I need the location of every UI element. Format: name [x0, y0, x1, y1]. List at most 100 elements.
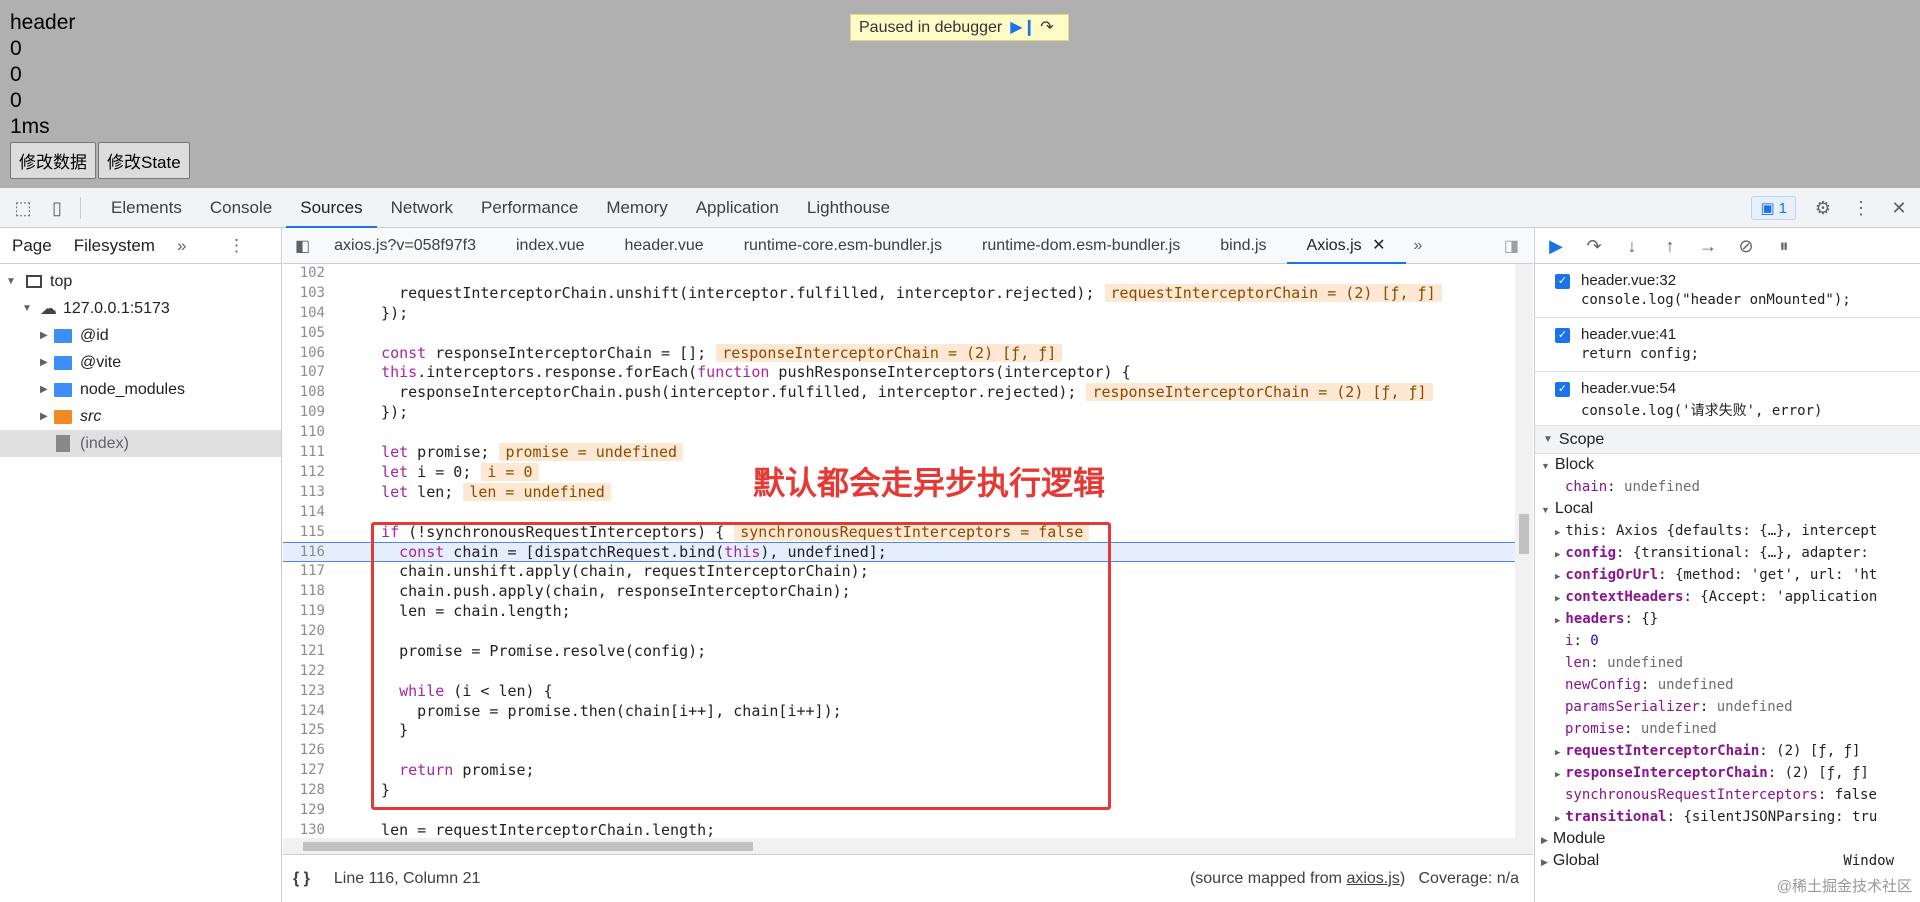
code-line[interactable]: 119 len = chain.length; — [283, 602, 1515, 622]
line-number[interactable]: 106 — [283, 344, 335, 364]
checkbox-checked-icon[interactable]: ✓ — [1555, 382, 1570, 397]
step-into-icon[interactable]: ↓ — [1621, 235, 1643, 257]
tab-elements[interactable]: Elements — [97, 188, 196, 228]
code-line[interactable]: 108 responseInterceptorChain.push(interc… — [283, 383, 1515, 403]
tab-network[interactable]: Network — [377, 188, 467, 228]
code-line[interactable]: 118 chain.push.apply(chain, responseInte… — [283, 582, 1515, 602]
line-number[interactable]: 105 — [283, 324, 335, 344]
line-number[interactable]: 113 — [283, 483, 335, 503]
issues-badge[interactable]: ▣ 1 — [1751, 196, 1796, 220]
code-line[interactable]: 122 — [283, 662, 1515, 682]
deactivate-breakpoints-icon[interactable]: ⊘ — [1735, 235, 1757, 257]
line-number[interactable]: 128 — [283, 781, 335, 801]
code-line[interactable]: 124 promise = promise.then(chain[i++], c… — [283, 702, 1515, 722]
scope-variable[interactable]: ▶ this: Axios {defaults: {…}, intercept — [1535, 520, 1920, 542]
breakpoint-item[interactable]: ✓ header.vue:41 return config; — [1535, 318, 1920, 372]
line-number[interactable]: 119 — [283, 602, 335, 622]
code-line[interactable]: 120 — [283, 622, 1515, 642]
breakpoint-item[interactable]: ✓ header.vue:54 console.log('请求失败', error) — [1535, 372, 1920, 426]
code-line[interactable]: 127 return promise; — [283, 761, 1515, 781]
line-number[interactable]: 129 — [283, 801, 335, 821]
scope-variable[interactable]: len: undefined — [1535, 652, 1920, 674]
tab-memory[interactable]: Memory — [592, 188, 681, 228]
scope-variable[interactable]: synchronousRequestInterceptors: false — [1535, 784, 1920, 806]
line-number[interactable]: 107 — [283, 363, 335, 383]
tree-item-file[interactable]: (index) — [0, 430, 281, 457]
line-number[interactable]: 110 — [283, 423, 335, 443]
step-over-icon[interactable]: ↷ — [1583, 235, 1605, 257]
line-number[interactable]: 130 — [283, 821, 335, 838]
checkbox-checked-icon[interactable]: ✓ — [1555, 274, 1570, 289]
tree-item-host[interactable]: ▼ ☁ 127.0.0.1:5173 — [0, 295, 281, 322]
step-over-icon[interactable]: ↷ — [1040, 19, 1062, 37]
step-out-icon[interactable]: ↑ — [1659, 235, 1681, 257]
more-tabs-chevron-icon[interactable]: » — [177, 236, 186, 256]
code-line[interactable]: 102 — [283, 264, 1515, 284]
line-number[interactable]: 123 — [283, 682, 335, 702]
file-tab[interactable]: header.vue — [605, 228, 724, 264]
scope-variable[interactable]: ▶ configOrUrl: {method: 'get', url: 'ht — [1535, 564, 1920, 586]
code-line[interactable]: 130 len = requestInterceptorChain.length… — [283, 821, 1515, 838]
line-number[interactable]: 112 — [283, 463, 335, 483]
line-number[interactable]: 122 — [283, 662, 335, 682]
scope-variable[interactable]: promise: undefined — [1535, 718, 1920, 740]
tab-sources[interactable]: Sources — [286, 188, 378, 228]
toggle-debugger-icon[interactable]: ◨ — [1504, 236, 1519, 256]
line-number[interactable]: 126 — [283, 741, 335, 761]
file-tab[interactable]: bind.js — [1200, 228, 1286, 264]
pause-on-exceptions-icon[interactable]: ⏸ — [1773, 235, 1795, 257]
tab-lighthouse[interactable]: Lighthouse — [793, 188, 904, 228]
breakpoint-item[interactable]: ✓ header.vue:32 console.log("header onMoun… — [1535, 264, 1920, 318]
scope-variable[interactable]: ▶ responseInterceptorChain: (2) [ƒ, ƒ] — [1535, 762, 1920, 784]
file-tab[interactable]: axios.js?v=058f97f3 — [314, 228, 496, 264]
scope-module[interactable]: ▶ Module — [1535, 828, 1920, 850]
line-number[interactable]: 116 — [283, 543, 335, 561]
tab-application[interactable]: Application — [682, 188, 793, 228]
modify-state-button[interactable]: 修改State — [98, 142, 190, 179]
scope-variable[interactable]: ▶ requestInterceptorChain: (2) [ƒ, ƒ] — [1535, 740, 1920, 762]
tab-console[interactable]: Console — [196, 188, 286, 228]
scope-section-header[interactable]: ▼ Scope — [1535, 426, 1920, 454]
scope-global[interactable]: ▶ Global Window — [1535, 850, 1920, 872]
scope-variable[interactable]: ▶ contextHeaders: {Accept: 'application — [1535, 586, 1920, 608]
pretty-print-icon[interactable]: { } — [293, 870, 310, 888]
code-line[interactable]: 114 — [283, 503, 1515, 523]
more-vertical-icon[interactable]: ⋮ — [1850, 197, 1872, 219]
more-tabs-chevron-icon[interactable]: » — [1414, 237, 1423, 255]
vertical-scrollbar[interactable] — [1515, 264, 1533, 838]
code-line[interactable]: 117 chain.unshift.apply(chain, requestIn… — [283, 562, 1515, 582]
line-number[interactable]: 114 — [283, 503, 335, 523]
resume-icon[interactable]: ▶ — [1545, 235, 1567, 257]
scope-variable[interactable]: ▶ transitional: {silentJSONParsing: tru — [1535, 806, 1920, 828]
line-number[interactable]: 117 — [283, 562, 335, 582]
tab-performance[interactable]: Performance — [467, 188, 592, 228]
scope-variable[interactable]: ▶ config: {transitional: {…}, adapter: — [1535, 542, 1920, 564]
scope-variable[interactable]: chain: undefined — [1535, 476, 1920, 498]
line-number[interactable]: 104 — [283, 304, 335, 324]
device-toolbar-icon[interactable]: ▯ — [46, 197, 68, 219]
scope-block[interactable]: ▼ Block — [1535, 454, 1920, 476]
tree-item-folder[interactable]: ▶ node_modules — [0, 376, 281, 403]
toggle-navigator-icon[interactable]: ◧ — [295, 236, 310, 256]
modify-data-button[interactable]: 修改数据 — [10, 142, 96, 179]
line-number[interactable]: 125 — [283, 721, 335, 741]
step-icon[interactable]: → — [1697, 235, 1719, 257]
code-line[interactable]: 123 while (i < len) { — [283, 682, 1515, 702]
navigator-tab-filesystem[interactable]: Filesystem — [74, 236, 155, 256]
code-line[interactable]: 103 requestInterceptorChain.unshift(inte… — [283, 283, 1515, 304]
code-line[interactable]: 125 } — [283, 721, 1515, 741]
gear-icon[interactable]: ⚙ — [1812, 197, 1834, 219]
line-number[interactable]: 124 — [283, 702, 335, 722]
code-line[interactable]: 105 — [283, 324, 1515, 344]
tree-item-top[interactable]: ▼ top — [0, 268, 281, 295]
code-line[interactable]: 121 promise = Promise.resolve(config); — [283, 642, 1515, 662]
code-area[interactable]: 102 103 requestInterceptorChain.unshift(i… — [283, 264, 1515, 838]
close-icon[interactable]: ✕ — [1888, 197, 1910, 219]
scope-variable[interactable]: ▶ headers: {} — [1535, 608, 1920, 630]
source-map-link[interactable]: axios.js — [1346, 870, 1399, 887]
file-tab-active[interactable]: Axios.js ✕ — [1286, 228, 1406, 264]
file-tab[interactable]: index.vue — [496, 228, 605, 264]
line-number[interactable]: 102 — [283, 264, 335, 284]
navigator-menu-icon[interactable]: ⋮ — [228, 236, 245, 256]
scrollbar-thumb[interactable] — [1519, 514, 1529, 554]
